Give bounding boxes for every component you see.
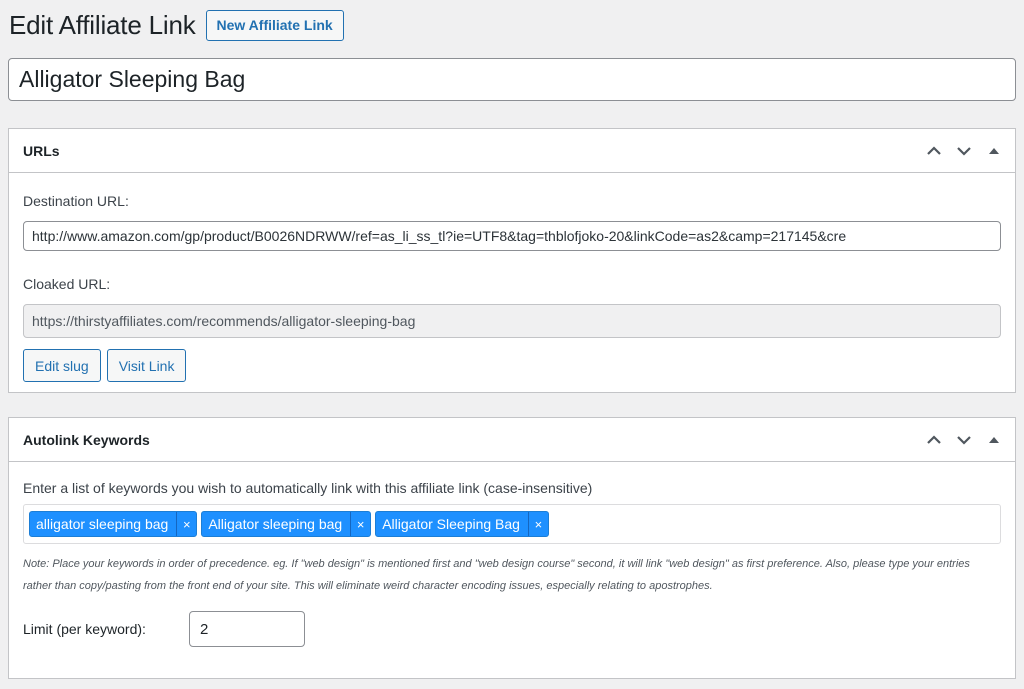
keywords-note: Note: Place your keywords in order of pr… [23, 553, 1001, 597]
page-header: Edit Affiliate Link New Affiliate Link [8, 0, 1016, 50]
chevron-down-icon[interactable] [953, 140, 975, 162]
keyword-tag: Alligator sleeping bag × [201, 511, 372, 537]
new-affiliate-link-button[interactable]: New Affiliate Link [205, 9, 344, 41]
chevron-up-icon[interactable] [923, 429, 945, 451]
url-actions: Edit slug Visit Link [23, 349, 1001, 382]
keyword-tag-label: Alligator Sleeping Bag [382, 516, 520, 532]
chevron-down-icon[interactable] [953, 429, 975, 451]
limit-row: Limit (per keyword): 2 [23, 611, 1001, 647]
autolink-keywords-metabox: Autolink Keywords Enter a list of keywor… [8, 417, 1016, 679]
autolink-handle-actions [923, 429, 1005, 451]
urls-metabox: URLs Destination URL: http://www.amazon.… [8, 128, 1016, 393]
autolink-metabox-header: Autolink Keywords [9, 418, 1015, 462]
keyword-tag: alligator sleeping bag × [29, 511, 198, 537]
urls-metabox-title: URLs [23, 142, 60, 159]
keywords-tag-input[interactable]: alligator sleeping bag × Alligator sleep… [23, 504, 1001, 544]
keywords-note-line: rather than copy/pasting from the front … [23, 580, 713, 592]
close-icon[interactable]: × [350, 512, 370, 536]
triangle-up-icon[interactable] [983, 429, 1005, 451]
urls-handle-actions [923, 140, 1005, 162]
destination-url-label: Destination URL: [23, 193, 129, 209]
post-title-input[interactable]: Alligator Sleeping Bag [8, 58, 1016, 101]
triangle-up-icon[interactable] [983, 140, 1005, 162]
edit-affiliate-link-page: Edit Affiliate Link New Affiliate Link A… [0, 0, 1024, 689]
keyword-tag-label: alligator sleeping bag [36, 516, 169, 532]
keyword-tag: Alligator Sleeping Bag × [375, 511, 549, 537]
limit-input[interactable]: 2 [189, 611, 305, 647]
autolink-metabox-body: Enter a list of keywords you wish to aut… [9, 462, 1015, 659]
close-icon[interactable]: × [527, 512, 548, 536]
destination-url-input[interactable]: http://www.amazon.com/gp/product/B0026ND… [23, 221, 1001, 251]
cloaked-url-label: Cloaked URL: [23, 276, 111, 292]
edit-slug-button[interactable]: Edit slug [23, 349, 101, 382]
keywords-note-line: Note: Place your keywords in order of pr… [23, 558, 970, 570]
page-title: Edit Affiliate Link [9, 9, 196, 40]
urls-metabox-body: Destination URL: http://www.amazon.com/g… [9, 173, 1015, 394]
close-icon[interactable]: × [176, 512, 196, 536]
cloaked-url-input[interactable]: https://thirstyaffiliates.com/recommends… [23, 304, 1001, 338]
autolink-instructions: Enter a list of keywords you wish to aut… [23, 480, 593, 496]
keyword-tag-label: Alligator sleeping bag [208, 516, 343, 532]
visit-link-button[interactable]: Visit Link [106, 349, 187, 382]
urls-metabox-header: URLs [9, 129, 1015, 173]
chevron-up-icon[interactable] [923, 140, 945, 162]
autolink-metabox-title: Autolink Keywords [23, 431, 150, 448]
limit-label: Limit (per keyword): [23, 621, 146, 637]
